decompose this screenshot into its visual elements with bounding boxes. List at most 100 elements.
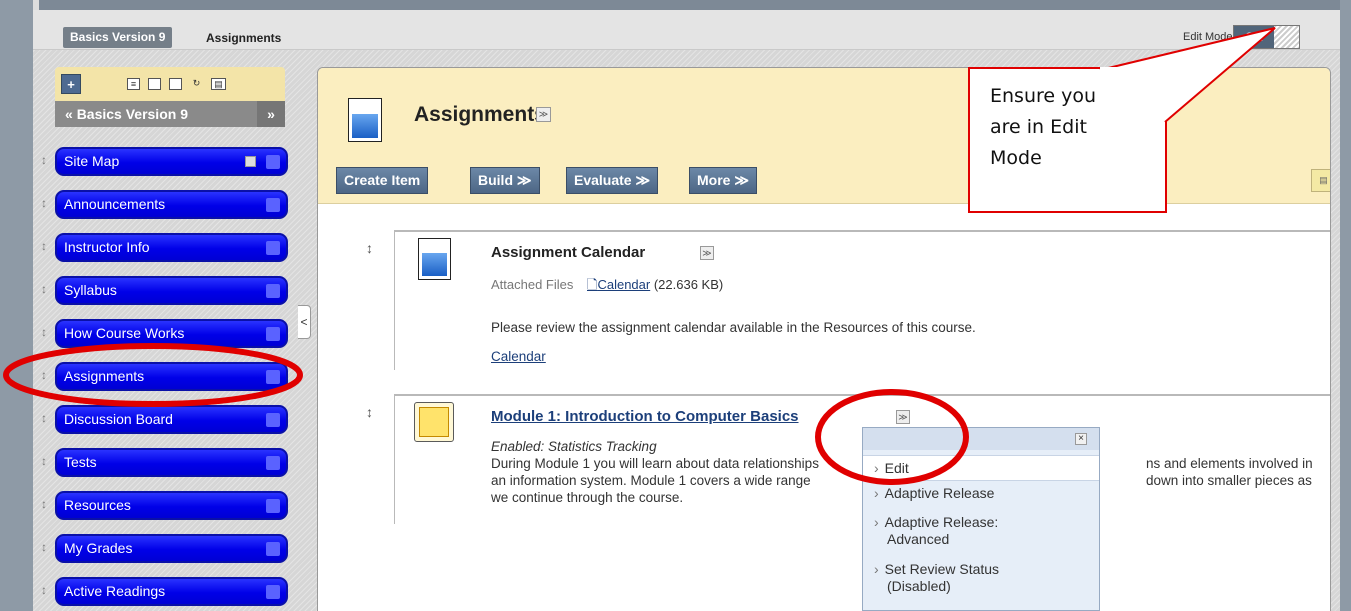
drag-handle-icon[interactable]: ↕ <box>366 240 373 256</box>
breadcrumb-course[interactable]: Basics Version 9 <box>63 27 173 48</box>
site-map-icon <box>245 156 256 167</box>
collapse-menu-handle[interactable]: < <box>298 305 311 339</box>
chevron-down-icon[interactable]: ≫ <box>896 410 910 424</box>
chevron-right-icon: › <box>874 460 879 476</box>
context-menu-adaptive-release[interactable]: › Adaptive Release <box>863 485 1099 502</box>
attached-file-name[interactable]: Calendar <box>597 277 650 292</box>
file-size: (22.636 KB) <box>653 277 724 292</box>
edit-mode-label: Edit Mode: <box>1183 31 1236 43</box>
collapse-arrow-icon[interactable]: « <box>65 106 73 122</box>
menu-item-site-map[interactable]: ↕ Site Map <box>41 147 288 176</box>
drag-handle-icon[interactable]: ↕ <box>41 497 49 511</box>
context-menu-label[interactable]: Set Review Status <box>885 561 999 577</box>
menu-item-label[interactable]: Discussion Board <box>64 411 173 427</box>
menu-item-assignments[interactable]: ↕ Assignments <box>41 362 288 391</box>
list-view-icon[interactable]: ≡ <box>127 78 140 90</box>
chevron-down-icon[interactable] <box>266 456 280 470</box>
drag-handle-icon[interactable]: ↕ <box>41 454 49 468</box>
context-menu-label-2[interactable]: Advanced <box>874 531 949 547</box>
drag-handle-icon[interactable]: ↕ <box>366 404 373 420</box>
chevron-down-icon[interactable] <box>266 155 280 169</box>
breadcrumb: Basics Version 9 Assignments Edit Mode: … <box>33 10 1340 50</box>
build-button[interactable]: Build ≫ <box>470 167 540 194</box>
menu-item-instructor-info[interactable]: ↕ Instructor Info <box>41 233 288 262</box>
menu-item-label[interactable]: Assignments <box>64 368 144 384</box>
drag-handle-icon[interactable]: ↕ <box>41 196 49 210</box>
menu-item-syllabus[interactable]: ↕ Syllabus <box>41 276 288 305</box>
chevron-down-icon[interactable] <box>266 327 280 341</box>
item-title-link[interactable]: Module 1: Introduction to Computer Basic… <box>491 408 799 425</box>
drag-handle-icon[interactable]: ↕ <box>41 583 49 597</box>
context-menu-adaptive-release-advanced[interactable]: › Adaptive Release: Advanced <box>863 514 1099 548</box>
chevron-down-icon[interactable] <box>266 585 280 599</box>
menu-item-label[interactable]: Resources <box>64 497 131 513</box>
context-menu-label[interactable]: Adaptive Release: <box>885 514 999 530</box>
chevron-down-icon[interactable] <box>266 370 280 384</box>
drag-handle-icon[interactable]: ↕ <box>41 239 49 253</box>
context-menu-label[interactable]: Adaptive Release <box>885 485 995 501</box>
chevron-down-icon[interactable]: ≫ <box>700 246 714 260</box>
module-icon <box>414 402 454 442</box>
menu-item-label[interactable]: Syllabus <box>64 282 117 298</box>
refresh-icon[interactable]: ↻ <box>190 78 203 90</box>
menu-item-active-readings[interactable]: ↕ Active Readings <box>41 577 288 606</box>
drag-handle-icon[interactable]: ↕ <box>41 368 49 382</box>
calendar-link[interactable]: Calendar <box>491 349 546 364</box>
tab-fragment <box>33 0 39 10</box>
context-menu-set-review-status[interactable]: › Set Review Status (Disabled) <box>863 561 1099 595</box>
drag-handle-icon[interactable]: ↕ <box>41 282 49 296</box>
create-item-button[interactable]: Create Item <box>336 167 429 194</box>
content-item-module-1: ↕ Module 1: Introduction to Computer Bas… <box>366 394 1330 524</box>
context-menu: × › Edit › Adaptive Release › Adaptive Rele… <box>862 427 1100 611</box>
expand-menu-button[interactable]: » <box>257 101 285 127</box>
menu-item-my-grades[interactable]: ↕ My Grades <box>41 534 288 563</box>
menu-item-label[interactable]: Active Readings <box>64 583 165 599</box>
callout-line-3: Mode <box>990 147 1042 169</box>
menu-item-label[interactable]: Tests <box>64 454 97 470</box>
evaluate-button[interactable]: Evaluate ≫ <box>566 167 659 194</box>
menu-item-label[interactable]: My Grades <box>64 540 132 556</box>
new-window-icon[interactable] <box>169 78 182 90</box>
menu-item-label[interactable]: Site Map <box>64 153 119 169</box>
menu-item-announcements[interactable]: ↕ Announcements <box>41 190 288 219</box>
drag-handle-icon[interactable]: ↕ <box>41 325 49 339</box>
context-menu-label[interactable]: Edit <box>885 460 909 476</box>
more-button[interactable]: More ≫ <box>689 167 757 194</box>
context-menu-edit[interactable]: › Edit <box>863 455 1099 481</box>
page-title: Assignments <box>414 103 546 126</box>
chevron-down-icon[interactable] <box>266 284 280 298</box>
menu-item-resources[interactable]: ↕ Resources <box>41 491 288 520</box>
content-item-assignment-calendar: ↕ Assignment Calendar ≫ Attached Files 🗋… <box>366 230 1330 370</box>
chevron-right-icon: › <box>874 561 879 577</box>
chevron-down-icon[interactable] <box>266 241 280 255</box>
drag-handle-icon[interactable]: ↕ <box>41 540 49 554</box>
edit-mode-on[interactable]: ON <box>1234 26 1274 48</box>
add-menu-item-button[interactable]: + <box>61 74 81 94</box>
menu-item-label[interactable]: Instructor Info <box>64 239 150 255</box>
chevron-down-icon[interactable] <box>266 499 280 513</box>
context-menu-label-2[interactable]: (Disabled) <box>874 578 951 594</box>
edit-mode-toggle[interactable]: ON <box>1233 25 1300 49</box>
chevron-down-icon[interactable]: ≫ <box>536 107 551 122</box>
menu-item-label[interactable]: How Course Works <box>64 325 184 341</box>
attached-files: Attached Files 🗋Calendar (22.636 KB) <box>491 276 723 298</box>
chevron-down-icon[interactable] <box>266 413 280 427</box>
chevron-down-icon[interactable] <box>266 542 280 556</box>
folder-view-icon[interactable] <box>148 78 161 90</box>
view-toggle-icon[interactable]: ▤ <box>1311 169 1330 192</box>
item-description-line2-end: down into smaller pieces as <box>1146 473 1312 488</box>
annotation-callout: Ensure you are in Edit Mode <box>968 67 1167 213</box>
drag-handle-icon[interactable]: ↕ <box>41 411 49 425</box>
content-page-icon <box>348 98 382 142</box>
menu-item-label[interactable]: Announcements <box>64 196 165 212</box>
drag-handle-icon[interactable]: ↕ <box>41 153 49 167</box>
chevron-down-icon[interactable] <box>266 198 280 212</box>
close-icon[interactable]: × <box>1075 433 1087 445</box>
attached-file-link[interactable]: 🗋Calendar <box>587 277 650 292</box>
edit-mode-off[interactable] <box>1274 26 1299 48</box>
menu-item-discussion-board[interactable]: ↕ Discussion Board <box>41 405 288 434</box>
item-description-line1-start: During Module 1 you will learn about dat… <box>491 456 819 471</box>
menu-item-tests[interactable]: ↕ Tests <box>41 448 288 477</box>
menu-item-how-course-works[interactable]: ↕ How Course Works <box>41 319 288 348</box>
detail-view-icon[interactable]: ▤ <box>211 78 226 90</box>
